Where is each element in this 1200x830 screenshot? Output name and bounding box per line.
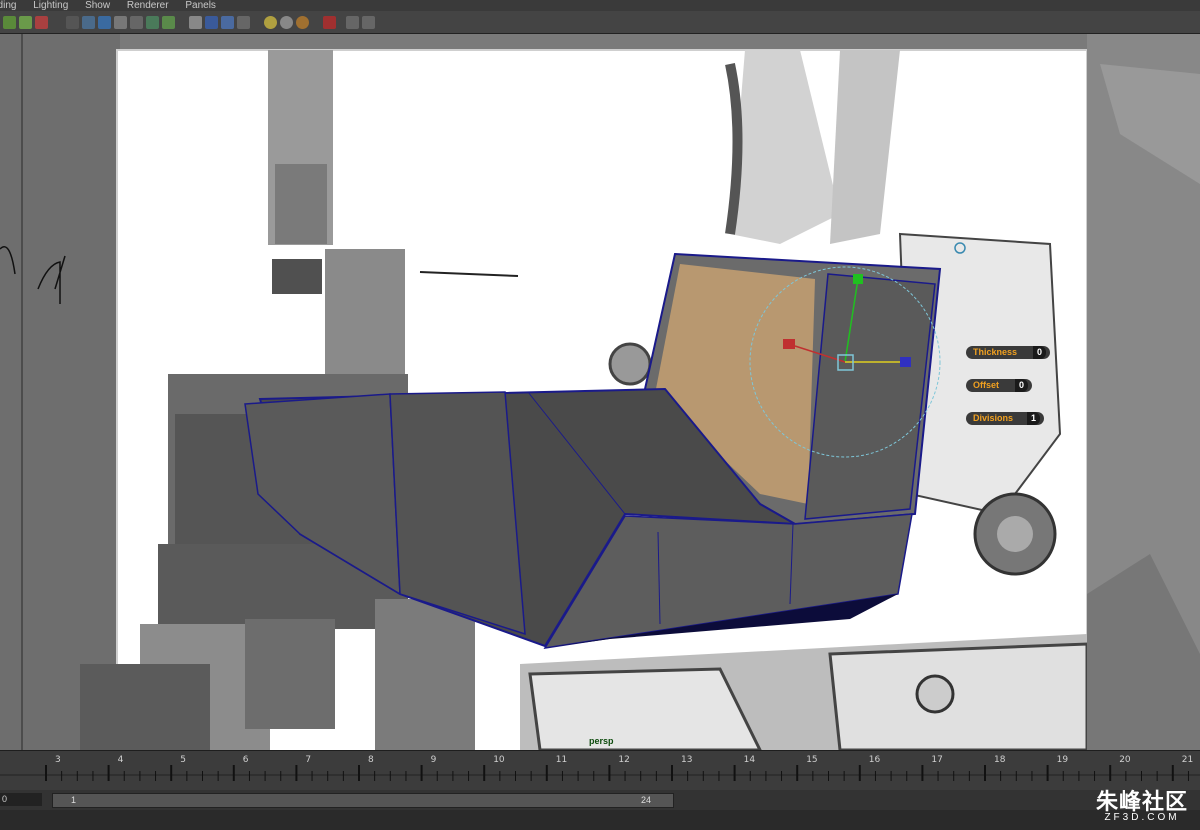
range-start-label: 1 [71, 795, 77, 805]
ao-icon[interactable] [280, 15, 293, 29]
time-slider[interactable]: 3 4 5 6 7 8 9 10 11 12 13 14 15 16 17 18 19 20 21 [0, 750, 1200, 791]
shaded-icon[interactable] [189, 15, 202, 29]
tick-label-9: 9 [430, 755, 437, 765]
offset-label: Offset [973, 380, 1000, 390]
camera-icon[interactable] [98, 15, 111, 29]
isolate-icon[interactable] [296, 15, 309, 29]
tick-label-18: 18 [994, 755, 1006, 765]
y-axis-handle[interactable] [853, 274, 863, 284]
tick-label-17: 17 [931, 755, 943, 765]
wireframe-icon[interactable] [162, 15, 175, 29]
tick-label-19: 19 [1056, 755, 1069, 765]
divisions-value[interactable]: 1 [1026, 412, 1040, 425]
menu-lighting[interactable]: Lighting [33, 0, 68, 11]
paint-icon[interactable] [35, 15, 48, 29]
select-icon[interactable] [3, 15, 16, 29]
camera-label: persp [589, 736, 614, 746]
smooth-icon[interactable] [205, 15, 218, 29]
tick-label-7: 7 [305, 755, 312, 765]
menu-bar: ading Lighting Show Renderer Panels [0, 0, 1200, 11]
tick-label-4: 4 [117, 755, 124, 765]
zf3d-logo: 朱峰社区 ZF3D.COM [1096, 784, 1188, 823]
tick-label-12: 12 [618, 755, 630, 765]
command-line[interactable] [0, 810, 1200, 830]
multi-icon[interactable] [346, 15, 359, 29]
tick-label-10: 10 [493, 755, 505, 765]
thickness-label: Thickness [973, 347, 1018, 357]
tick-label-11: 11 [555, 755, 568, 765]
menu-renderer[interactable]: Renderer [127, 0, 169, 11]
tick-label-21: 21 [1181, 755, 1194, 765]
grid-icon[interactable] [66, 15, 79, 29]
range-end-label: 24 [641, 795, 652, 805]
z-axis-handle[interactable] [900, 357, 911, 367]
tick-label-5: 5 [180, 755, 186, 765]
x-axis-handle[interactable] [783, 339, 795, 349]
menu-panels[interactable]: Panels [185, 0, 216, 11]
range-start-field[interactable]: 0 [0, 793, 42, 806]
texture-icon[interactable] [146, 15, 159, 29]
shadow-icon[interactable] [264, 15, 277, 29]
xray-icon[interactable] [114, 15, 127, 29]
divisions-field[interactable]: Divisions 1 [966, 412, 1044, 425]
thickness-value[interactable]: 0 [1032, 346, 1046, 359]
scene-canvas [0, 34, 1200, 750]
checker-icon[interactable] [221, 15, 234, 29]
tick-label-13: 13 [681, 755, 693, 765]
tick-label-8: 8 [368, 755, 374, 765]
logo-en: ZF3D.COM [1104, 812, 1180, 823]
divisions-label: Divisions [973, 413, 1014, 423]
cube-icon[interactable] [323, 15, 336, 29]
viewport-toolbar [0, 11, 1200, 34]
lasso-icon[interactable] [19, 15, 32, 29]
tick-label-6: 6 [242, 755, 249, 765]
offset-value[interactable]: 0 [1014, 379, 1028, 392]
share-icon[interactable] [362, 15, 375, 29]
film-icon[interactable] [82, 15, 95, 29]
tick-label-14: 14 [743, 755, 756, 765]
range-slider[interactable]: 0 1 24 [0, 790, 1200, 810]
tick-label-16: 16 [868, 755, 881, 765]
offset-field[interactable]: Offset 0 [966, 379, 1032, 392]
thickness-field[interactable]: Thickness 0 [966, 346, 1050, 359]
left-panel-bg [0, 34, 120, 750]
perspective-viewport[interactable]: persp [0, 34, 1200, 750]
tick-label-3: 3 [55, 755, 61, 765]
light-icon[interactable] [237, 15, 250, 29]
menu-show[interactable]: Show [85, 0, 110, 11]
tick-label-20: 20 [1119, 755, 1131, 765]
menu-shading[interactable]: ading [0, 0, 16, 11]
range-bar[interactable]: 1 24 [52, 793, 674, 808]
tick-label-15: 15 [806, 755, 818, 765]
uv-icon[interactable] [130, 15, 143, 29]
